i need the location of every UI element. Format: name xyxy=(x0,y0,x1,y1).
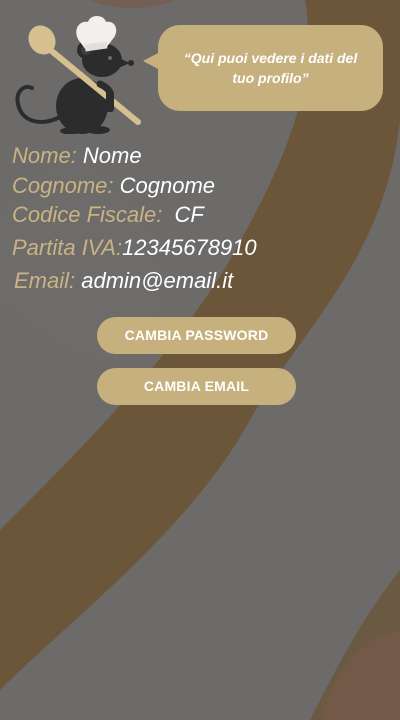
field-value-email: admin@email.it xyxy=(81,268,234,293)
profile-row-email: Email: admin@email.it xyxy=(14,265,233,297)
profile-row-codice-fiscale: Codice Fiscale: CF xyxy=(12,199,204,231)
field-value-partita-iva: 12345678910 xyxy=(122,235,257,260)
profile-row-partita-iva: Partita IVA:12345678910 xyxy=(12,232,257,264)
field-label-partita-iva: Partita IVA: xyxy=(12,235,123,260)
change-password-button[interactable]: CAMBIA PASSWORD xyxy=(97,317,296,354)
change-email-button[interactable]: CAMBIA EMAIL xyxy=(97,368,296,405)
field-label-cognome: Cognome: xyxy=(12,173,114,198)
field-label-email: Email: xyxy=(14,268,76,293)
chef-rat-mascot-icon xyxy=(15,16,141,134)
field-label-codice-fiscale: Codice Fiscale: xyxy=(12,202,163,227)
profile-row-nome: Nome: Nome xyxy=(12,140,142,172)
field-value-nome: Nome xyxy=(82,143,142,168)
profile-row-cognome: Cognome: Cognome xyxy=(12,170,215,202)
field-value-codice-fiscale: CF xyxy=(174,202,204,227)
field-value-cognome: Cognome xyxy=(119,173,216,198)
field-label-nome: Nome: xyxy=(12,143,77,168)
speech-bubble-text: “Qui puoi vedere i dati del tuo profilo” xyxy=(183,50,358,86)
speech-bubble: “Qui puoi vedere i dati del tuo profilo” xyxy=(158,25,383,111)
